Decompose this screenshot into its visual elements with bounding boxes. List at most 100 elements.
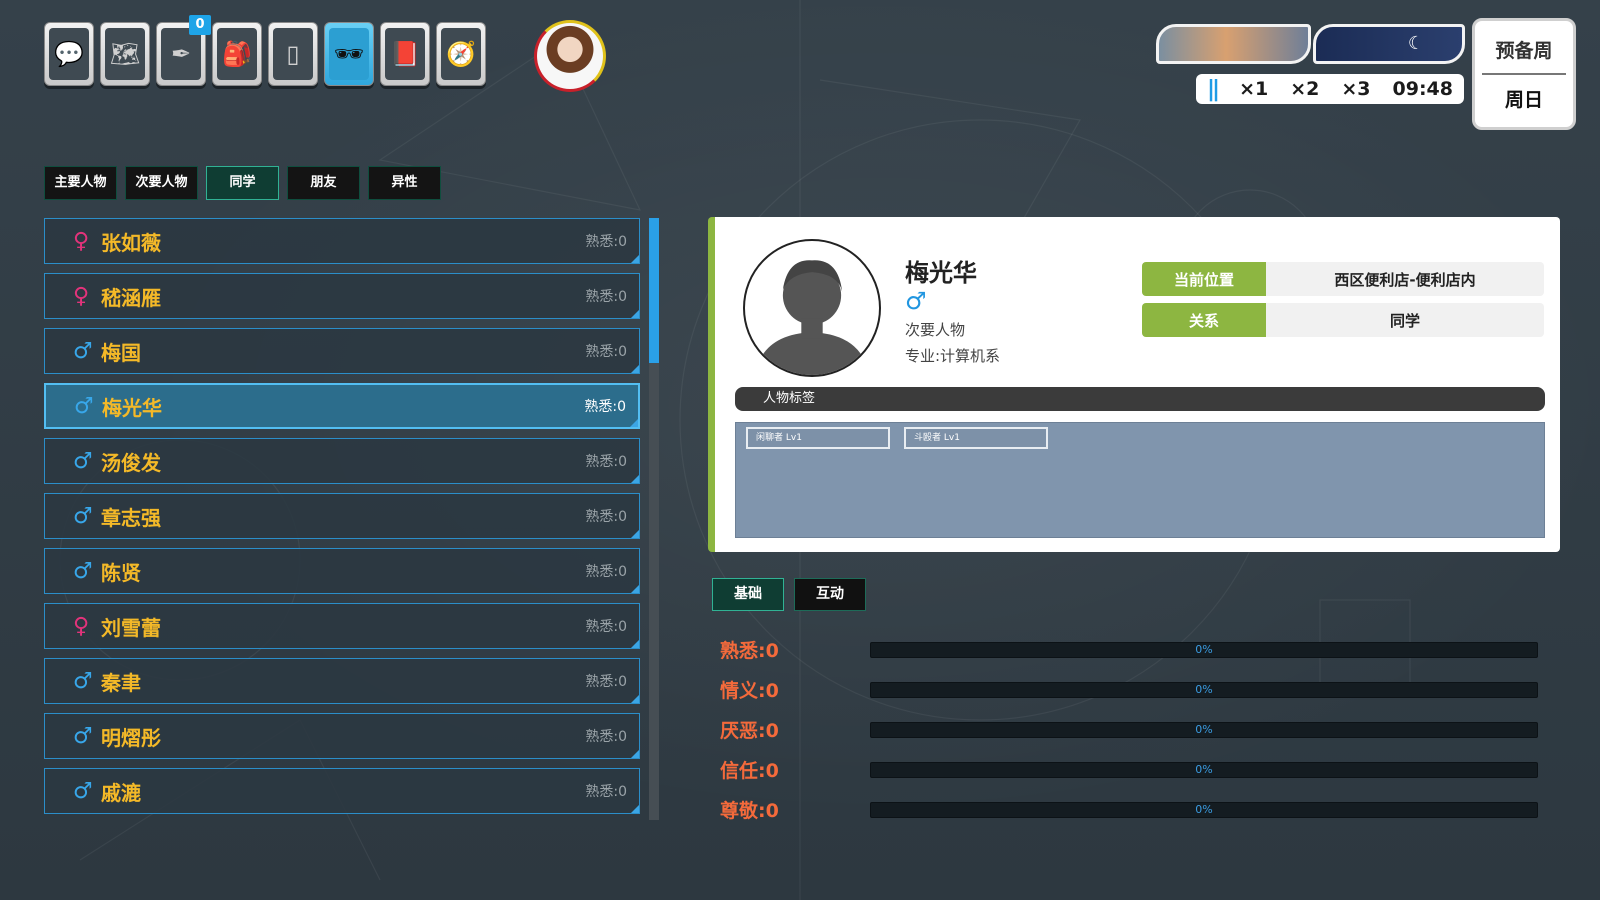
list-scrollbar[interactable] [649, 218, 659, 820]
list-item[interactable]: ♀ 刘雪蕾 熟悉:0 [44, 603, 640, 649]
stat-label: 熟悉:0 [720, 640, 779, 662]
familiarity-value: 熟悉:0 [585, 289, 627, 305]
week-label: 预备周 [1495, 40, 1553, 62]
character-name: 刘雪蕾 [101, 615, 161, 640]
familiarity-value: 熟悉:0 [585, 509, 627, 525]
detail-subtabs: 基础 互动 [712, 578, 866, 611]
character-name: 嵇涵雁 [101, 285, 161, 310]
pen-button[interactable]: ✒ 0 [156, 15, 211, 86]
stat-label: 尊敬:0 [720, 800, 779, 822]
character-tag[interactable]: 闲聊者 Lv1 [746, 427, 890, 449]
compass-button[interactable]: 🧭 [436, 22, 486, 86]
list-item-selected[interactable]: ♂ 梅光华 熟悉:0 [44, 383, 640, 429]
list-item[interactable]: ♂ 汤俊发 熟悉:0 [44, 438, 640, 484]
day-label: 周日 [1504, 89, 1543, 111]
list-item[interactable]: ♀ 张如薇 熟悉:0 [44, 218, 640, 264]
book-button[interactable]: 📕 [380, 22, 430, 86]
filter-classmates[interactable]: 同学 [206, 166, 279, 200]
familiarity-value: 熟悉:0 [585, 234, 627, 250]
familiarity-value: 熟悉:0 [585, 784, 627, 800]
male-icon: ♂ [74, 393, 94, 419]
stat-row: 熟悉:0 0% [720, 634, 1540, 674]
female-icon: ♀ [73, 613, 90, 639]
relation-label: 关系 [1142, 303, 1266, 337]
stat-label: 情义:0 [720, 680, 779, 702]
character-filter-tabs: 主要人物 次要人物 同学 朋友 异性 [44, 166, 441, 200]
list-item[interactable]: ♂ 陈贤 熟悉:0 [44, 548, 640, 594]
male-icon: ♂ [73, 448, 93, 474]
map-icon: 🗺 [105, 28, 145, 80]
list-item[interactable]: ♂ 梅国 熟悉:0 [44, 328, 640, 374]
list-item[interactable]: ♂ 秦聿 熟悉:0 [44, 658, 640, 704]
stat-bar: 0% [870, 802, 1538, 818]
tab-interaction[interactable]: 互动 [794, 578, 866, 611]
tags-area: 闲聊者 Lv1 斗殴者 Lv1 [735, 422, 1545, 538]
relation-row: 关系 同学 [1142, 303, 1544, 337]
character-name: 陈贤 [101, 560, 141, 585]
character-name: 汤俊发 [101, 450, 161, 475]
player-avatar[interactable] [534, 20, 606, 92]
speed-3-button[interactable]: ×3 [1341, 78, 1370, 100]
filter-friends[interactable]: 朋友 [287, 166, 360, 200]
speed-2-button[interactable]: ×2 [1290, 78, 1319, 100]
character-tag[interactable]: 斗殴者 Lv1 [904, 427, 1048, 449]
male-icon: ♂ [73, 723, 93, 749]
character-list: ♀ 张如薇 熟悉:0 ♀ 嵇涵雁 熟悉:0 ♂ 梅国 熟悉:0 ♂ 梅光华 熟悉:0 ♂ 汤俊发熟… [44, 218, 640, 823]
familiarity-value: 熟悉:0 [585, 454, 627, 470]
familiarity-value: 熟悉:0 [585, 619, 627, 635]
stat-label: 信任:0 [720, 760, 779, 782]
character-name: 章志强 [101, 505, 161, 530]
stat-percent: 0% [1195, 723, 1213, 736]
detail-name: 梅光华 [905, 259, 977, 287]
calendar-divider [1482, 73, 1566, 75]
filter-secondary-characters[interactable]: 次要人物 [125, 166, 198, 200]
compass-icon: 🧭 [441, 28, 481, 80]
list-item[interactable]: ♂ 明熠彤 熟悉:0 [44, 713, 640, 759]
moon-icon: ☾ [1407, 33, 1424, 54]
map-button[interactable]: 🗺 [100, 22, 150, 86]
detail-major: 专业:计算机系 [905, 347, 1001, 365]
character-name: 秦聿 [101, 670, 141, 695]
time-speed-bar: || ×1 ×2 ×3 09:48 [1196, 74, 1464, 104]
familiarity-value: 熟悉:0 [585, 344, 627, 360]
familiarity-value: 熟悉:0 [585, 564, 627, 580]
scrollbar-thumb[interactable] [649, 218, 659, 363]
stat-bar: 0% [870, 682, 1538, 698]
phone-button[interactable]: ▯ [268, 22, 318, 86]
tab-basic[interactable]: 基础 [712, 578, 784, 611]
male-icon: ♂ [73, 558, 93, 584]
clock-display: 09:48 [1392, 78, 1453, 100]
pause-button[interactable]: || [1207, 77, 1220, 102]
character-detail-card: 梅光华 ♂ 次要人物 专业:计算机系 当前位置 西区便利店-便利店内 关系 同学… [708, 217, 1560, 552]
notification-badge: 0 [189, 15, 211, 35]
character-name: 梅光华 [102, 395, 162, 420]
tags-header: 人物标签 [735, 387, 1545, 411]
location-label: 当前位置 [1142, 262, 1266, 296]
backpack-icon: 🎒 [217, 28, 257, 80]
male-icon: ♂ [73, 668, 93, 694]
pen-icon: ✒ [161, 28, 201, 80]
backpack-button[interactable]: 🎒 [212, 22, 262, 86]
filter-main-characters[interactable]: 主要人物 [44, 166, 117, 200]
stat-row: 尊敬:0 0% [720, 794, 1540, 834]
relations-button[interactable]: 🕶 [324, 22, 374, 86]
list-item[interactable]: ♂ 戚漉 熟悉:0 [44, 768, 640, 814]
filter-opposite-sex[interactable]: 异性 [368, 166, 441, 200]
character-name: 张如薇 [101, 230, 161, 255]
male-icon: ♂ [73, 503, 93, 529]
location-value: 西区便利店-便利店内 [1266, 262, 1544, 296]
list-item[interactable]: ♀ 嵇涵雁 熟悉:0 [44, 273, 640, 319]
character-name: 戚漉 [101, 780, 141, 805]
familiarity-value: 熟悉:0 [585, 674, 627, 690]
stat-row: 厌恶:0 0% [720, 714, 1540, 754]
chat-icon: 💬 [49, 28, 89, 80]
book-icon: 📕 [385, 28, 425, 80]
detail-role: 次要人物 [905, 321, 966, 339]
list-item[interactable]: ♂ 章志强 熟悉:0 [44, 493, 640, 539]
stat-row: 信任:0 0% [720, 754, 1540, 794]
character-name: 梅国 [101, 340, 141, 365]
chat-button[interactable]: 💬 [44, 22, 94, 86]
stat-percent: 0% [1195, 803, 1213, 816]
calendar-widget: 预备周 周日 [1472, 18, 1576, 130]
speed-1-button[interactable]: ×1 [1239, 78, 1268, 100]
